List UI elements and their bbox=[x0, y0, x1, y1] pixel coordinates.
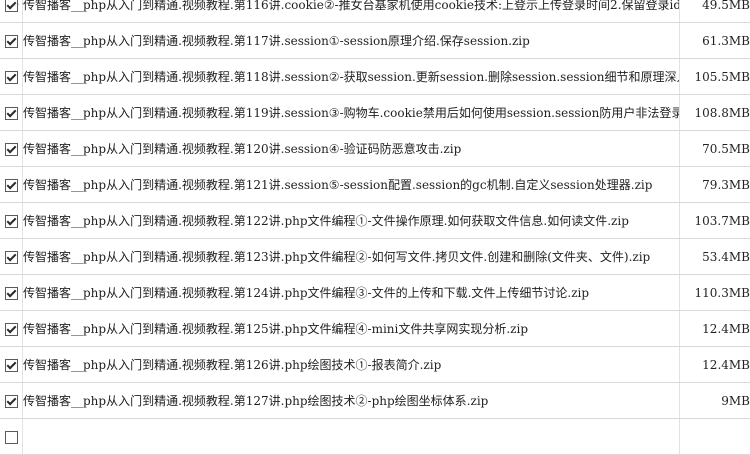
file-size: 108.8MB bbox=[680, 95, 750, 131]
file-list-body: 传智播客__php从入门到精通.视频教程.第116讲.cookie②-推女台基家… bbox=[0, 0, 750, 455]
select-cell bbox=[0, 383, 23, 419]
file-size: 12.4MB bbox=[680, 347, 750, 383]
file-checkbox[interactable] bbox=[5, 251, 18, 264]
file-name[interactable]: 传智播客__php从入门到精通.视频教程.第126讲.php绘图技术①-报表简介… bbox=[23, 347, 680, 383]
file-checkbox[interactable] bbox=[5, 71, 18, 84]
file-name[interactable]: 传智播客__php从入门到精通.视频教程.第122讲.php文件编程①-文件操作… bbox=[23, 203, 680, 239]
file-size bbox=[680, 419, 750, 455]
file-name[interactable]: 传智播客__php从入门到精通.视频教程.第127讲.php绘图技术②-php绘… bbox=[23, 383, 680, 419]
file-row[interactable]: 传智播客__php从入门到精通.视频教程.第118讲.session②-获取se… bbox=[0, 59, 750, 95]
file-size: 49.5MB bbox=[680, 0, 750, 23]
file-size: 105.5MB bbox=[680, 59, 750, 95]
file-size: 110.3MB bbox=[680, 275, 750, 311]
file-row[interactable]: 传智播客__php从入门到精通.视频教程.第124讲.php文件编程③-文件的上… bbox=[0, 275, 750, 311]
file-name[interactable]: 传智播客__php从入门到精通.视频教程.第119讲.session③-购物车.… bbox=[23, 95, 680, 131]
select-cell bbox=[0, 347, 23, 383]
file-row[interactable]: 传智播客__php从入门到精通.视频教程.第120讲.session④-验证码防… bbox=[0, 131, 750, 167]
file-checkbox[interactable] bbox=[5, 35, 18, 48]
select-cell bbox=[0, 167, 23, 203]
file-row[interactable]: 传智播客__php从入门到精通.视频教程.第119讲.session③-购物车.… bbox=[0, 95, 750, 131]
select-cell bbox=[0, 203, 23, 239]
select-cell bbox=[0, 59, 23, 95]
select-cell bbox=[0, 239, 23, 275]
file-row[interactable] bbox=[0, 419, 750, 455]
file-name[interactable]: 传智播客__php从入门到精通.视频教程.第120讲.session④-验证码防… bbox=[23, 131, 680, 167]
file-list-table: 传智播客__php从入门到精通.视频教程.第116讲.cookie②-推女台基家… bbox=[0, 0, 750, 455]
file-size: 70.5MB bbox=[680, 131, 750, 167]
file-row[interactable]: 传智播客__php从入门到精通.视频教程.第122讲.php文件编程①-文件操作… bbox=[0, 203, 750, 239]
file-checkbox[interactable] bbox=[5, 395, 18, 408]
file-row[interactable]: 传智播客__php从入门到精通.视频教程.第123讲.php文件编程②-如何写文… bbox=[0, 239, 750, 275]
file-row[interactable]: 传智播客__php从入门到精通.视频教程.第126讲.php绘图技术①-报表简介… bbox=[0, 347, 750, 383]
file-checkbox[interactable] bbox=[5, 359, 18, 372]
file-row[interactable]: 传智播客__php从入门到精通.视频教程.第127讲.php绘图技术②-php绘… bbox=[0, 383, 750, 419]
file-row[interactable]: 传智播客__php从入门到精通.视频教程.第116讲.cookie②-推女台基家… bbox=[0, 0, 750, 23]
select-cell bbox=[0, 131, 23, 167]
file-size: 53.4MB bbox=[680, 239, 750, 275]
select-cell bbox=[0, 311, 23, 347]
file-row[interactable]: 传智播客__php从入门到精通.视频教程.第125讲.php文件编程④-mini… bbox=[0, 311, 750, 347]
file-size: 79.3MB bbox=[680, 167, 750, 203]
file-checkbox[interactable] bbox=[5, 323, 18, 336]
file-checkbox[interactable] bbox=[5, 179, 18, 192]
file-name[interactable]: 传智播客__php从入门到精通.视频教程.第121讲.session⑤-sess… bbox=[23, 167, 680, 203]
select-cell bbox=[0, 0, 23, 23]
file-checkbox[interactable] bbox=[5, 215, 18, 228]
select-cell bbox=[0, 419, 23, 455]
file-row[interactable]: 传智播客__php从入门到精通.视频教程.第117讲.session①-sess… bbox=[0, 23, 750, 59]
file-name[interactable]: 传智播客__php从入门到精通.视频教程.第116讲.cookie②-推女台基家… bbox=[23, 0, 680, 23]
file-size: 103.7MB bbox=[680, 203, 750, 239]
file-name[interactable]: 传智播客__php从入门到精通.视频教程.第123讲.php文件编程②-如何写文… bbox=[23, 239, 680, 275]
file-size: 9MB bbox=[680, 383, 750, 419]
file-checkbox[interactable] bbox=[5, 143, 18, 156]
file-checkbox[interactable] bbox=[5, 431, 18, 444]
file-size: 12.4MB bbox=[680, 311, 750, 347]
file-row[interactable]: 传智播客__php从入门到精通.视频教程.第121讲.session⑤-sess… bbox=[0, 167, 750, 203]
file-size: 61.3MB bbox=[680, 23, 750, 59]
file-checkbox[interactable] bbox=[5, 0, 18, 12]
select-cell bbox=[0, 275, 23, 311]
file-name[interactable]: 传智播客__php从入门到精通.视频教程.第124讲.php文件编程③-文件的上… bbox=[23, 275, 680, 311]
file-name[interactable]: 传智播客__php从入门到精通.视频教程.第117讲.session①-sess… bbox=[23, 23, 680, 59]
file-name[interactable]: 传智播客__php从入门到精通.视频教程.第118讲.session②-获取se… bbox=[23, 59, 680, 95]
file-name[interactable] bbox=[23, 419, 680, 455]
select-cell bbox=[0, 95, 23, 131]
select-cell bbox=[0, 23, 23, 59]
file-checkbox[interactable] bbox=[5, 287, 18, 300]
file-name[interactable]: 传智播客__php从入门到精通.视频教程.第125讲.php文件编程④-mini… bbox=[23, 311, 680, 347]
file-checkbox[interactable] bbox=[5, 107, 18, 120]
